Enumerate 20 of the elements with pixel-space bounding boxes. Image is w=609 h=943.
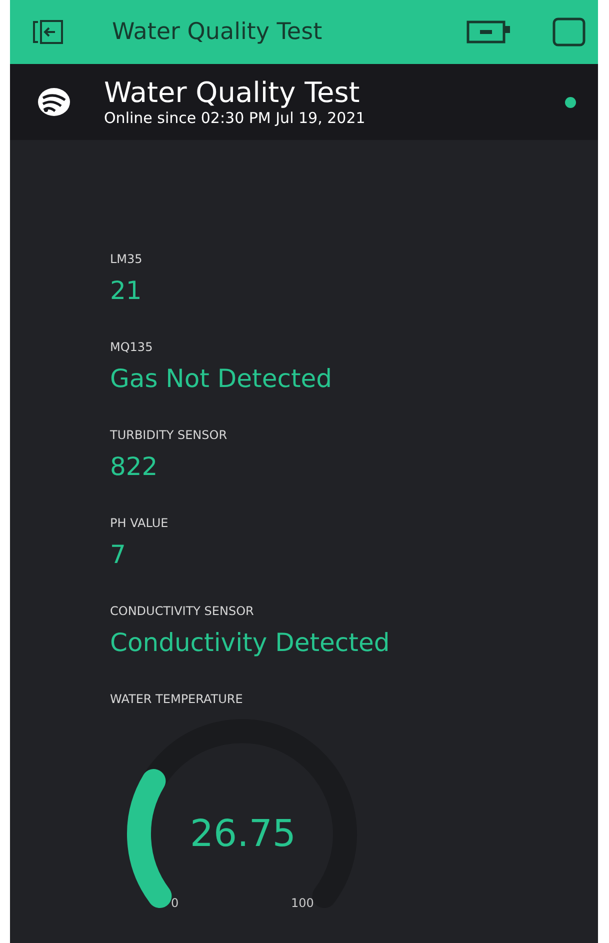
widget-label: WATER TEMPERATURE	[110, 692, 243, 706]
exit-icon[interactable]	[32, 19, 66, 45]
gauge-value: 26.75	[190, 812, 296, 855]
widget-label: PH VALUE	[110, 516, 168, 530]
widget-value: Conductivity Detected	[110, 628, 390, 657]
widget-label: MQ135	[110, 340, 153, 354]
device-name: Water Quality Test	[104, 77, 361, 109]
widget-value: Gas Not Detected	[110, 364, 332, 393]
widget-label: CONDUCTIVITY SENSOR	[110, 604, 254, 618]
app-title: Water Quality Test	[112, 19, 324, 45]
square-icon[interactable]	[552, 17, 586, 47]
widget-value: 21	[110, 276, 142, 305]
widget-label: LM35	[110, 252, 142, 266]
widget-label: TURBIDITY SENSOR	[110, 428, 228, 442]
online-status: Online since 02:30 PM Jul 19, 2021	[104, 109, 366, 127]
gauge-max: 100	[291, 896, 314, 910]
device-icon[interactable]	[466, 19, 512, 45]
widget-value: 822	[110, 452, 158, 481]
widget-value: 7	[110, 540, 126, 569]
gauge-min: 0	[171, 896, 179, 910]
